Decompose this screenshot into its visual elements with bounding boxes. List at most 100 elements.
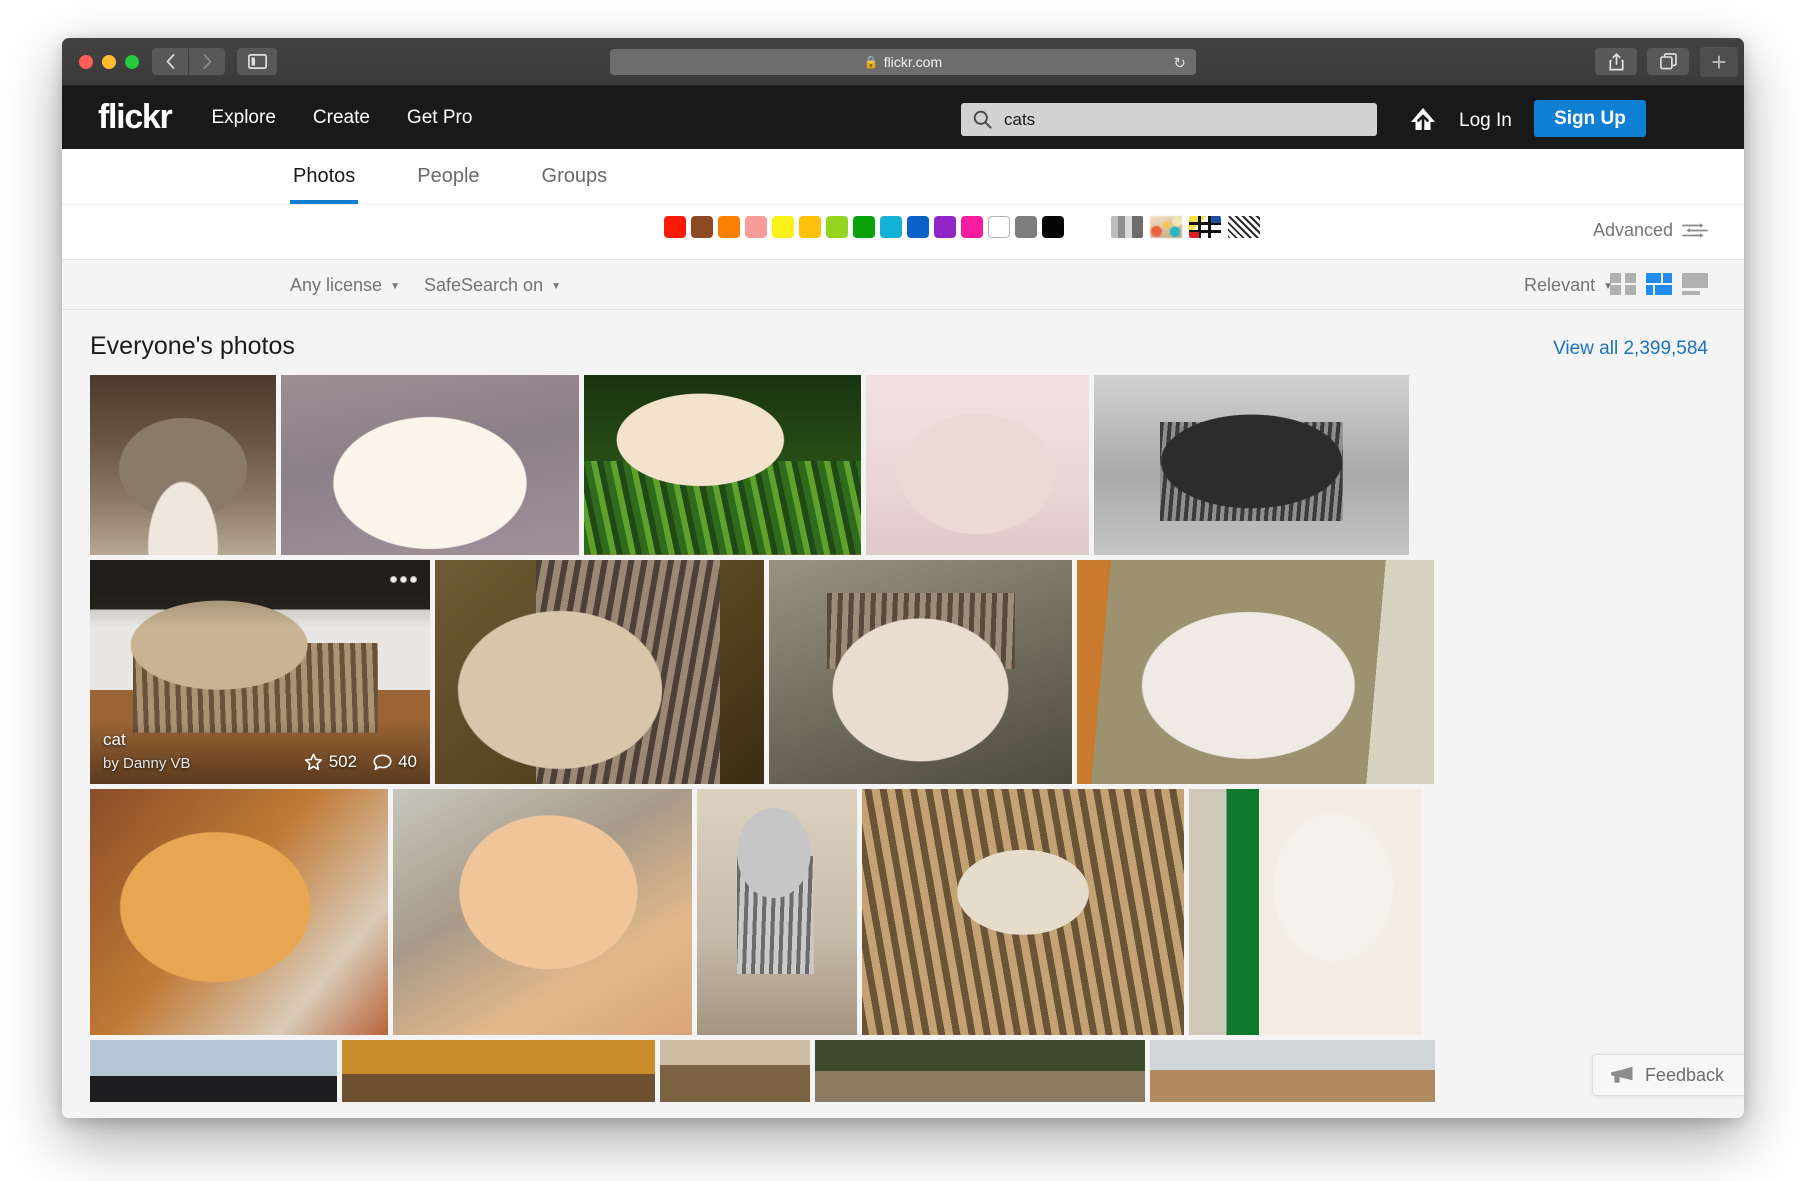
sidebar-toggle-button[interactable]: [237, 48, 277, 75]
upload-cloud-button[interactable]: [1404, 105, 1442, 138]
more-options-button[interactable]: [386, 569, 420, 589]
photo-partial-tabby-b[interactable]: [660, 1040, 810, 1102]
sort-dropdown-label: Relevant: [1524, 275, 1596, 295]
section-header: Everyone's photos View all 2,399,584: [62, 310, 1744, 375]
lock-icon: 🔒: [863, 55, 879, 69]
address-bar[interactable]: 🔒 flickr.com ↻: [610, 49, 1196, 75]
style-shallow-depth-of-field-icon[interactable]: [1150, 216, 1182, 238]
close-window-button[interactable]: [79, 55, 93, 69]
color-swatch-cyan[interactable]: [880, 216, 902, 238]
license-dropdown[interactable]: Any license ▼: [290, 275, 400, 296]
flickr-top-nav: flickr Explore Create Get Pro cats Log I…: [62, 86, 1744, 149]
photo-title[interactable]: cat: [103, 730, 126, 750]
maximize-window-button[interactable]: [125, 55, 139, 69]
more-options-icon: [399, 575, 407, 583]
tabs-overview-icon: [1659, 53, 1677, 70]
sidebar-icon: [247, 54, 267, 69]
login-button[interactable]: Log In: [1459, 110, 1512, 132]
search-tabs: Photos People Groups: [62, 149, 1744, 205]
color-swatch-lime[interactable]: [826, 216, 848, 238]
photo-partial-black-cat[interactable]: [90, 1040, 337, 1102]
photo-tabby-indoor[interactable]: cat by Danny VB 502 40: [90, 560, 430, 784]
navigation-buttons: [152, 48, 225, 75]
color-swatch-brown[interactable]: [691, 216, 713, 238]
color-swatch-orange[interactable]: [718, 216, 740, 238]
photo-stats: 502 40: [304, 752, 417, 772]
style-black-and-white-icon[interactable]: [1111, 216, 1143, 238]
forward-button[interactable]: [189, 48, 225, 75]
color-swatch-black[interactable]: [1042, 216, 1064, 238]
photo-partial-tabby-a[interactable]: [342, 1040, 655, 1102]
more-options-icon: [409, 575, 417, 583]
advanced-label: Advanced: [1592, 220, 1673, 240]
color-swatch-green[interactable]: [853, 216, 875, 238]
feedback-button[interactable]: Feedback: [1591, 1054, 1744, 1096]
photo-green-eyed-tabby[interactable]: [769, 560, 1072, 784]
photo-author[interactable]: by Danny VB: [103, 755, 191, 772]
photo-grid: cat by Danny VB 502 40: [62, 375, 1744, 1102]
view-all-link[interactable]: View all 2,399,584: [1553, 338, 1708, 360]
nav-link-create[interactable]: Create: [313, 107, 370, 129]
photo-orange-tabby[interactable]: [90, 789, 388, 1035]
color-swatch-blue[interactable]: [907, 216, 929, 238]
justified-view-icon[interactable]: [1646, 273, 1672, 295]
color-swatch-gray[interactable]: [1015, 216, 1037, 238]
style-minimalist-icon[interactable]: [1228, 216, 1260, 238]
advanced-search-button[interactable]: Advanced: [1593, 220, 1708, 241]
signup-button[interactable]: Sign Up: [1534, 100, 1646, 137]
share-button[interactable]: [1595, 48, 1637, 75]
photo-white-blue-eye-cat[interactable]: [1189, 789, 1422, 1035]
new-tab-button[interactable]: +: [1700, 47, 1738, 77]
photo-cream-kitten[interactable]: [393, 789, 692, 1035]
license-dropdown-label: Any license: [290, 275, 383, 295]
flickr-logo[interactable]: flickr: [98, 98, 173, 137]
color-swatch-gold[interactable]: [799, 216, 821, 238]
safesearch-dropdown[interactable]: SafeSearch on ▼: [424, 275, 561, 296]
address-text: flickr.com: [883, 54, 943, 70]
style-pattern-icon[interactable]: [1189, 216, 1221, 238]
search-icon: [973, 110, 992, 129]
list-view-icon[interactable]: [1682, 273, 1708, 295]
photo-cat-profile[interactable]: [435, 560, 764, 784]
minimize-window-button[interactable]: [102, 55, 116, 69]
photo-partial-tabby-c[interactable]: [815, 1040, 1145, 1102]
color-swatch-purple[interactable]: [934, 216, 956, 238]
photo-cat-on-tree[interactable]: [862, 789, 1184, 1035]
photo-cat-in-grass[interactable]: [584, 375, 861, 555]
grid-view-icon[interactable]: [1610, 273, 1636, 295]
photo-pale-cat-portrait[interactable]: [866, 375, 1089, 555]
tab-photos[interactable]: Photos: [290, 165, 359, 204]
back-button[interactable]: [152, 48, 188, 75]
photo-hover-overlay: [90, 560, 430, 784]
nav-link-get-pro[interactable]: Get Pro: [407, 107, 472, 129]
color-swatch-white[interactable]: [988, 216, 1010, 238]
sliders-icon: [1682, 223, 1708, 238]
photo-row: [90, 375, 1716, 555]
color-swatch-yellow[interactable]: [772, 216, 794, 238]
tab-groups[interactable]: Groups: [539, 165, 611, 204]
sort-dropdown[interactable]: Relevant ▼: [1524, 275, 1613, 296]
photo-partial-tabby-d[interactable]: [1150, 1040, 1435, 1102]
nav-link-explore[interactable]: Explore: [211, 107, 275, 129]
photo-row: cat by Danny VB 502 40: [90, 560, 1716, 784]
photo-bw-kitten[interactable]: [1094, 375, 1409, 555]
color-swatch-pink[interactable]: [745, 216, 767, 238]
search-input[interactable]: cats: [961, 103, 1377, 136]
photo-row: [90, 1040, 1716, 1102]
photo-tabby-white-face[interactable]: [90, 375, 276, 555]
feedback-label: Feedback: [1644, 1064, 1724, 1085]
chevron-left-icon: [166, 54, 174, 69]
tab-people[interactable]: People: [414, 165, 482, 204]
tabs-overview-button[interactable]: [1647, 48, 1689, 75]
results-toolbar: Any license ▼ SafeSearch on ▼ Relevant ▼: [62, 260, 1744, 310]
photo-grey-sitting-cat[interactable]: [697, 789, 857, 1035]
reload-button[interactable]: ↻: [1173, 54, 1186, 72]
photo-row: [90, 789, 1716, 1035]
chevron-down-icon: ▼: [390, 281, 400, 292]
color-swatch-red[interactable]: [664, 216, 686, 238]
color-swatch-magenta[interactable]: [961, 216, 983, 238]
favorites-stat[interactable]: 502: [304, 752, 357, 772]
photo-white-grey-cat[interactable]: [1077, 560, 1434, 784]
photo-ginger-white-cat[interactable]: [281, 375, 579, 555]
comments-stat[interactable]: 40: [373, 752, 417, 772]
